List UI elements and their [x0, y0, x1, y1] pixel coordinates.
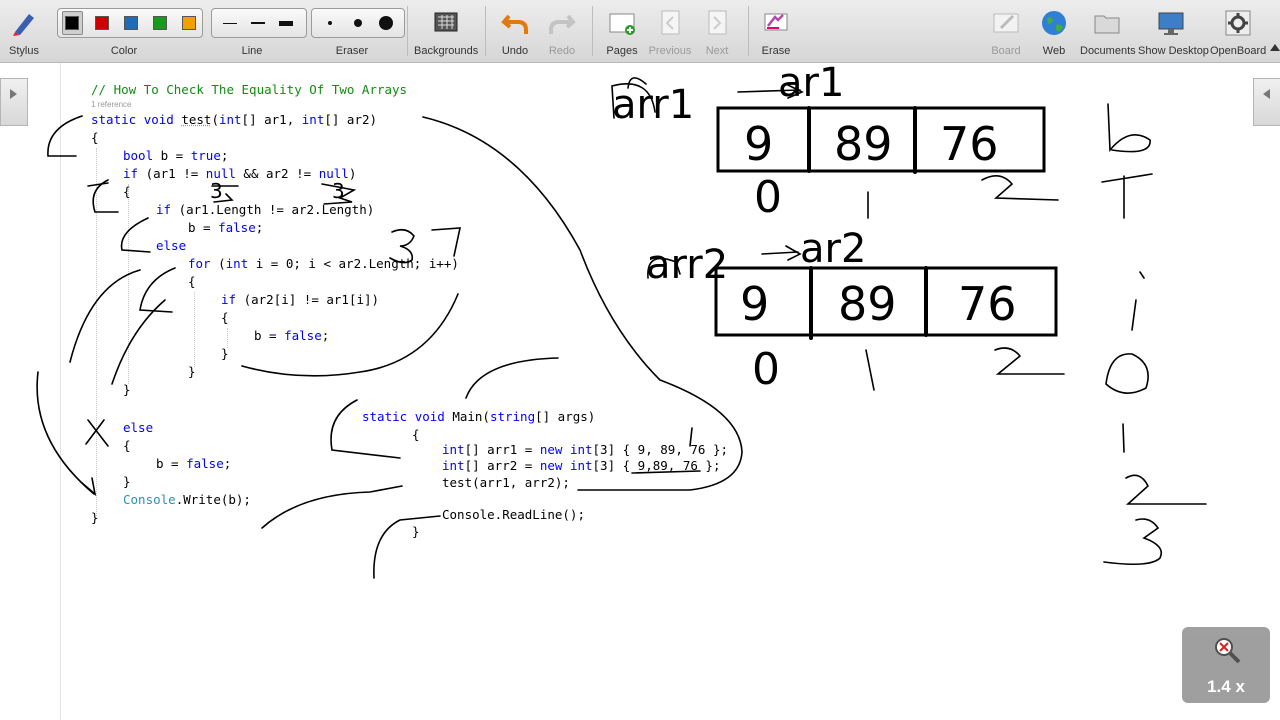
code-brace: {	[412, 427, 420, 442]
expand-left-icon	[1263, 89, 1270, 99]
folder-icon	[1094, 15, 1120, 34]
stylus-icon	[13, 14, 34, 36]
next-page-icon	[708, 10, 727, 35]
code-line-bool: bool b = true;	[123, 148, 229, 163]
line-medium-option[interactable]	[244, 12, 272, 34]
right-palette-tab[interactable]	[1253, 78, 1280, 126]
board-label: Board	[991, 45, 1021, 57]
stylus-label: Stylus	[9, 45, 39, 57]
eraser-label: Eraser	[335, 45, 369, 57]
eraser-size-group	[311, 8, 405, 38]
code-brace: }	[221, 346, 229, 361]
toolbar-separator	[748, 6, 749, 56]
left-palette-tab[interactable]	[0, 78, 28, 126]
code-brace: {	[221, 310, 229, 325]
code-brace: }	[412, 524, 420, 539]
board-icon	[993, 13, 1019, 33]
code-brace: }	[188, 364, 196, 379]
zoom-level: 1.4 x	[1207, 677, 1245, 696]
code-line-if-length: if (ar1.Length != ar2.Length)	[156, 202, 375, 217]
code-comment: // How To Check The Equality Of Two Arra…	[91, 82, 408, 97]
code-brace: }	[123, 382, 131, 397]
gear-icon	[1225, 10, 1251, 36]
eraser-medium-option[interactable]	[344, 12, 372, 34]
show-desktop-label: Show Desktop	[1138, 45, 1209, 57]
indent-guide	[96, 148, 97, 516]
collapse-toolbar-icon[interactable]	[1270, 44, 1280, 51]
previous-label: Previous	[648, 45, 692, 57]
eraser-small-option[interactable]	[316, 12, 344, 34]
erase-label: Erase	[761, 45, 791, 57]
code-line-main-signature: static void Main(string[] args)	[362, 409, 596, 424]
erase-icon	[764, 13, 788, 31]
code-brace: {	[123, 184, 131, 199]
toolbar-separator	[485, 6, 486, 56]
code-brace: }	[123, 474, 131, 489]
indent-guide	[194, 292, 195, 367]
redo-label: Redo	[548, 45, 576, 57]
color-swatch-red[interactable]	[93, 12, 112, 34]
code-line-b-false: b = false;	[156, 456, 232, 471]
color-swatch-green[interactable]	[150, 12, 169, 34]
toolbar: Stylus Color Line Eraser Backgrounds Und…	[0, 0, 1280, 63]
globe-icon	[1042, 11, 1066, 35]
web-label: Web	[1042, 45, 1066, 57]
toolbar-separator	[592, 6, 593, 56]
code-line-for: for (int i = 0; i < ar2.Length; i++)	[188, 256, 459, 271]
code-line-b-false: b = false;	[254, 328, 330, 343]
add-page-icon	[609, 13, 635, 35]
openboard-label: OpenBoard	[1210, 45, 1267, 57]
code-brace: }	[91, 510, 99, 525]
color-swatch-black[interactable]	[62, 11, 83, 35]
color-label: Color	[110, 45, 138, 57]
code-line-test-call: test(arr1, arr2);	[442, 475, 570, 490]
color-palette	[57, 8, 203, 38]
reference-hint: 1 reference	[91, 100, 132, 109]
code-line-signature: static void test(int[] ar1, int[] ar2)	[91, 112, 378, 127]
backgrounds-icon	[434, 12, 458, 32]
pages-label: Pages	[606, 45, 638, 57]
next-label: Next	[705, 45, 729, 57]
expand-right-icon	[10, 89, 17, 99]
code-brace: {	[123, 438, 131, 453]
zoom-indicator[interactable]: 1.4 x	[1182, 627, 1270, 703]
code-line-readline: Console.ReadLine();	[442, 507, 585, 522]
toolbar-separator	[407, 6, 408, 56]
zoom-reset-icon	[1215, 638, 1241, 664]
code-line-if-null: if (ar1 != null && ar2 != null)	[123, 166, 357, 181]
page-margin-line	[60, 63, 61, 720]
redo-icon	[549, 14, 576, 34]
code-brace: {	[188, 274, 196, 289]
undo-icon	[501, 14, 528, 34]
code-line-arr2: int[] arr2 = new int[3] { 9,89, 76 };	[442, 458, 721, 473]
line-thick-option[interactable]	[272, 12, 300, 34]
monitor-icon	[1158, 12, 1184, 35]
code-line-else: else	[123, 420, 154, 435]
documents-label: Documents	[1080, 45, 1136, 57]
code-line-if-compare: if (ar2[i] != ar1[i])	[221, 292, 380, 307]
code-line-b-false: b = false;	[188, 220, 264, 235]
color-swatch-orange[interactable]	[179, 12, 198, 34]
color-swatch-blue[interactable]	[122, 12, 141, 34]
line-thin-option[interactable]	[216, 12, 244, 34]
backgrounds-label: Backgrounds	[414, 45, 479, 57]
line-label: Line	[241, 45, 263, 57]
previous-page-icon	[661, 10, 680, 35]
code-brace: {	[91, 130, 99, 145]
undo-label: Undo	[501, 45, 529, 57]
eraser-large-option[interactable]	[372, 12, 400, 34]
code-line-console-write: Console.Write(b);	[123, 492, 251, 507]
indent-guide	[128, 184, 129, 384]
line-width-group	[211, 8, 307, 38]
code-line-else: else	[156, 238, 187, 253]
